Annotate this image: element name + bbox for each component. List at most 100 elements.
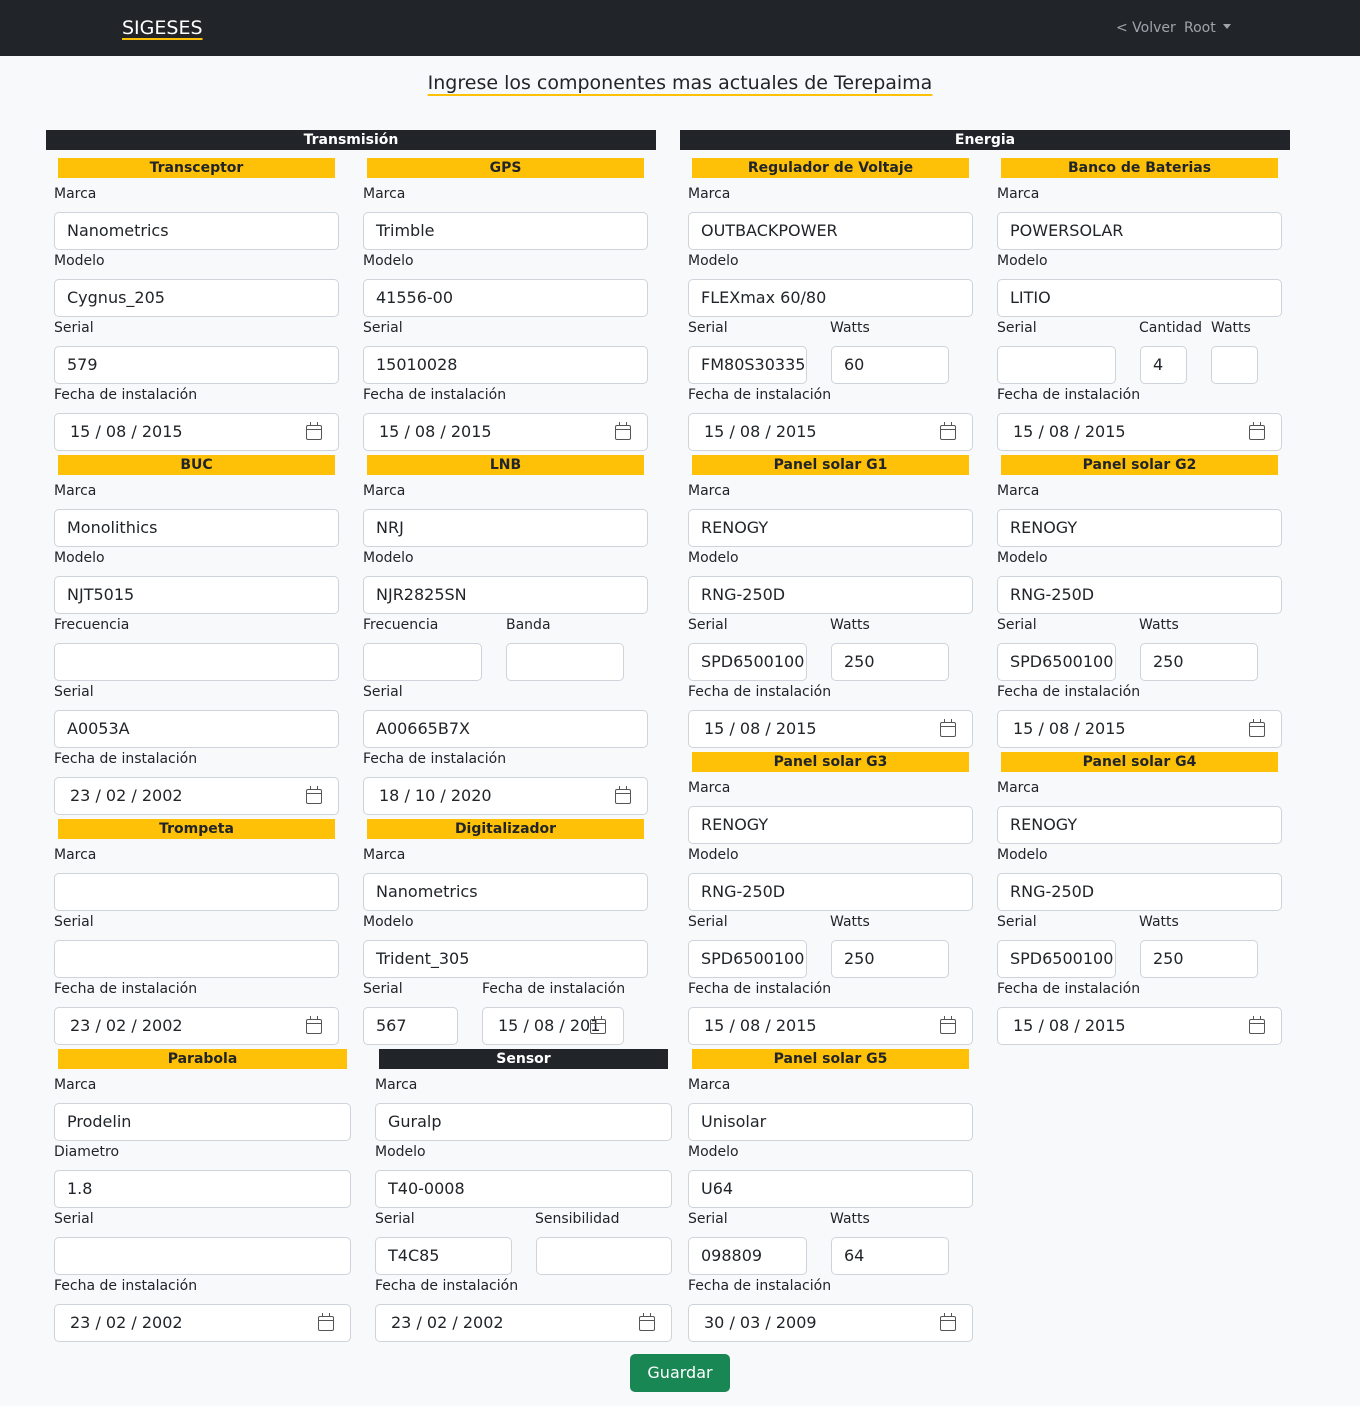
lnb-serial-input[interactable]: A00665B7X <box>363 710 648 748</box>
trompeta-fecha-input[interactable]: 23 / 02 / 2002 <box>54 1007 339 1045</box>
g5-serial-input[interactable]: 098809 <box>688 1237 807 1275</box>
sensor-marca-input[interactable]: Guralp <box>375 1103 672 1141</box>
regulador-marca-input[interactable]: OUTBACKPOWER <box>688 212 973 250</box>
regulador-modelo-label: Modelo <box>688 253 739 269</box>
g1-fecha-input[interactable]: 15 / 08 / 2015 <box>688 710 973 748</box>
buc-frecuencia-input[interactable] <box>54 643 339 681</box>
regulador-serial-input[interactable]: FM80S30335 <box>688 346 807 384</box>
g3-marca-input[interactable]: RENOGY <box>688 806 973 844</box>
calendar-icon[interactable] <box>940 1016 956 1034</box>
g5-watts-input[interactable]: 64 <box>831 1237 949 1275</box>
banco-serial-input[interactable] <box>997 346 1116 384</box>
g3-serial-input[interactable]: SPD6500100 <box>688 940 807 978</box>
banco-watts-input[interactable] <box>1211 346 1258 384</box>
lnb-modelo-input[interactable]: NJR2825SN <box>363 576 648 614</box>
g4-marca-input[interactable]: RENOGY <box>997 806 1282 844</box>
calendar-icon[interactable] <box>306 422 322 440</box>
g1-fecha-label: Fecha de instalación <box>688 684 832 700</box>
g3-watts-input[interactable]: 250 <box>831 940 949 978</box>
sensor-fecha-input[interactable]: 23 / 02 / 2002 <box>375 1304 672 1342</box>
calendar-icon[interactable] <box>639 1313 655 1331</box>
g4-fecha-input[interactable]: 15 / 08 / 2015 <box>997 1007 1282 1045</box>
banco-cantidad-input[interactable]: 4 <box>1140 346 1187 384</box>
g5-modelo-input[interactable]: U64 <box>688 1170 973 1208</box>
g1-modelo-input[interactable]: RNG-250D <box>688 576 973 614</box>
lnb-marca-input[interactable]: NRJ <box>363 509 648 547</box>
calendar-icon[interactable] <box>1249 422 1265 440</box>
digitalizador-fecha-input[interactable]: 15 / 08 / 201 <box>482 1007 624 1045</box>
g1-marca-input[interactable]: RENOGY <box>688 509 973 547</box>
buc-fecha-input[interactable]: 23 / 02 / 2002 <box>54 777 339 815</box>
gps-serial-input[interactable]: 15010028 <box>363 346 648 384</box>
trompeta-marca-input[interactable] <box>54 873 339 911</box>
g2-fecha-label: Fecha de instalación <box>997 684 1141 700</box>
g1-serial-input[interactable]: SPD6500100 <box>688 643 807 681</box>
digitalizador-serial-input[interactable]: 567 <box>363 1007 458 1045</box>
digitalizador-modelo-input[interactable]: Trident_305 <box>363 940 648 978</box>
calendar-icon[interactable] <box>940 719 956 737</box>
gps-fecha-input[interactable]: 15 / 08 / 2015 <box>363 413 648 451</box>
parabola-serial-input[interactable] <box>54 1237 351 1275</box>
sensor-fecha-value: 23 / 02 / 2002 <box>391 1313 504 1332</box>
g5-fecha-input[interactable]: 30 / 03 / 2009 <box>688 1304 973 1342</box>
gps-marca-input[interactable]: Trimble <box>363 212 648 250</box>
buc-marca-input[interactable]: Monolithics <box>54 509 339 547</box>
g2-fecha-input[interactable]: 15 / 08 / 2015 <box>997 710 1282 748</box>
transceptor-marca-input[interactable]: Nanometrics <box>54 212 339 250</box>
buc-modelo-input[interactable]: NJT5015 <box>54 576 339 614</box>
regulador-fecha-value: 15 / 08 / 2015 <box>704 422 817 441</box>
transceptor-modelo-input[interactable]: Cygnus_205 <box>54 279 339 317</box>
banco-marca-input[interactable]: POWERSOLAR <box>997 212 1282 250</box>
user-menu[interactable]: Root <box>1184 20 1231 36</box>
calendar-icon[interactable] <box>318 1313 334 1331</box>
calendar-icon[interactable] <box>615 422 631 440</box>
parabola-diametro-input[interactable]: 1.8 <box>54 1170 351 1208</box>
buc-serial-input[interactable]: A0053A <box>54 710 339 748</box>
brand-link[interactable]: SIGESES <box>122 17 203 39</box>
g2-serial-input[interactable]: SPD6500100 <box>997 643 1116 681</box>
buc-header: BUC <box>58 455 335 475</box>
trompeta-serial-input[interactable] <box>54 940 339 978</box>
regulador-fecha-input[interactable]: 15 / 08 / 2015 <box>688 413 973 451</box>
calendar-icon[interactable] <box>1249 1016 1265 1034</box>
gps-fecha-value: 15 / 08 / 2015 <box>379 422 492 441</box>
gps-modelo-input[interactable]: 41556-00 <box>363 279 648 317</box>
g3-modelo-input[interactable]: RNG-250D <box>688 873 973 911</box>
g4-serial-input[interactable]: SPD6500100 <box>997 940 1116 978</box>
g2-modelo-input[interactable]: RNG-250D <box>997 576 1282 614</box>
lnb-fecha-input[interactable]: 18 / 10 / 2020 <box>363 777 648 815</box>
transceptor-serial-input[interactable]: 579 <box>54 346 339 384</box>
g3-fecha-input[interactable]: 15 / 08 / 2015 <box>688 1007 973 1045</box>
calendar-icon[interactable] <box>940 1313 956 1331</box>
sensor-modelo-input[interactable]: T40-0008 <box>375 1170 672 1208</box>
calendar-icon[interactable] <box>590 1016 606 1034</box>
g2-marca-input[interactable]: RENOGY <box>997 509 1282 547</box>
g1-watts-input[interactable]: 250 <box>831 643 949 681</box>
g4-watts-input[interactable]: 250 <box>1140 940 1258 978</box>
digitalizador-marca-input[interactable]: Nanometrics <box>363 873 648 911</box>
sensor-sensibilidad-input[interactable] <box>536 1237 672 1275</box>
regulador-watts-input[interactable]: 60 <box>831 346 949 384</box>
calendar-icon[interactable] <box>306 1016 322 1034</box>
g4-modelo-input[interactable]: RNG-250D <box>997 873 1282 911</box>
calendar-icon[interactable] <box>615 786 631 804</box>
parabola-marca-label: Marca <box>54 1077 97 1093</box>
calendar-icon[interactable] <box>306 786 322 804</box>
banco-modelo-input[interactable]: LITIO <box>997 279 1282 317</box>
parabola-marca-input[interactable]: Prodelin <box>54 1103 351 1141</box>
banco-fecha-input[interactable]: 15 / 08 / 2015 <box>997 413 1282 451</box>
back-link[interactable]: < Volver <box>1116 20 1176 36</box>
calendar-icon[interactable] <box>940 422 956 440</box>
parabola-diametro-label: Diametro <box>54 1144 120 1160</box>
regulador-modelo-input[interactable]: FLEXmax 60/80 <box>688 279 973 317</box>
g2-watts-input[interactable]: 250 <box>1140 643 1258 681</box>
transceptor-fecha-input[interactable]: 15 / 08 / 2015 <box>54 413 339 451</box>
calendar-icon[interactable] <box>1249 719 1265 737</box>
g5-marca-input[interactable]: Unisolar <box>688 1103 973 1141</box>
parabola-fecha-input[interactable]: 23 / 02 / 2002 <box>54 1304 351 1342</box>
lnb-frecuencia-input[interactable] <box>363 643 482 681</box>
save-button[interactable]: Guardar <box>630 1354 730 1392</box>
sensor-serial-input[interactable]: T4C85 <box>375 1237 512 1275</box>
g5-modelo-label: Modelo <box>688 1144 739 1160</box>
lnb-banda-input[interactable] <box>506 643 624 681</box>
